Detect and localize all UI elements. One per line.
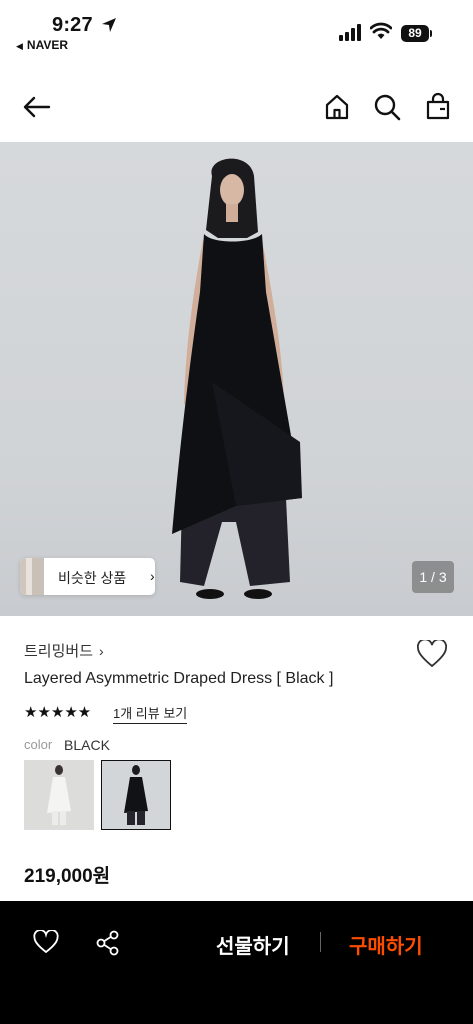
- brand-arrow: ›: [99, 643, 104, 659]
- buy-button[interactable]: 구매하기: [349, 930, 423, 959]
- share-icon[interactable]: [95, 930, 121, 956]
- black-dress-thumbnail: [102, 761, 170, 829]
- back-to-app-button[interactable]: ◀ NAVER: [16, 38, 68, 52]
- shopping-bag-icon[interactable]: [423, 92, 453, 122]
- battery-icon: 89: [401, 25, 429, 42]
- location-arrow-icon: [102, 18, 116, 32]
- bottom-action-bar: [0, 901, 473, 1024]
- color-swatch-black[interactable]: [101, 760, 171, 830]
- back-app-label: NAVER: [26, 38, 69, 52]
- color-label: color: [24, 737, 53, 752]
- product-image[interactable]: [0, 142, 473, 616]
- brand-name: 트리밍버드: [24, 643, 94, 660]
- model-photo: [172, 158, 302, 599]
- search-icon[interactable]: [372, 92, 402, 122]
- similar-products-label: 비슷한 상품: [58, 570, 127, 586]
- arrow-left-icon[interactable]: [22, 92, 52, 122]
- heart-icon[interactable]: [417, 640, 447, 668]
- status-bar: 9:27 ◀ NAVER 89: [0, 0, 473, 60]
- color-swatch-white[interactable]: [24, 760, 94, 830]
- chevron-right-icon: ›: [150, 568, 155, 584]
- top-nav: [0, 80, 473, 136]
- heart-icon[interactable]: [33, 930, 59, 954]
- image-pager: 1 / 3: [412, 561, 454, 593]
- home-icon[interactable]: [322, 92, 352, 122]
- wifi-icon: [370, 22, 392, 39]
- white-dress-thumbnail: [25, 761, 93, 829]
- rating-stars: ★★★★★: [24, 704, 92, 721]
- color-value: BLACK: [64, 737, 110, 753]
- back-triangle-icon: ◀: [16, 41, 23, 51]
- similar-products-button[interactable]: 비슷한 상품 ›: [20, 558, 155, 595]
- gift-button[interactable]: 선물하기: [216, 930, 290, 959]
- brand-link[interactable]: 트리밍버드 ›: [24, 640, 104, 661]
- review-link[interactable]: 1개 리뷰 보기: [113, 703, 188, 724]
- cellular-signal-icon: [339, 23, 363, 41]
- similar-products-thumbnail: [20, 558, 44, 595]
- divider: [320, 932, 321, 952]
- battery-tip: [430, 30, 432, 37]
- status-time: 9:27: [52, 14, 93, 36]
- product-name: Layered Asymmetric Draped Dress [ Black …: [24, 670, 334, 687]
- product-price: 219,000원: [24, 866, 111, 887]
